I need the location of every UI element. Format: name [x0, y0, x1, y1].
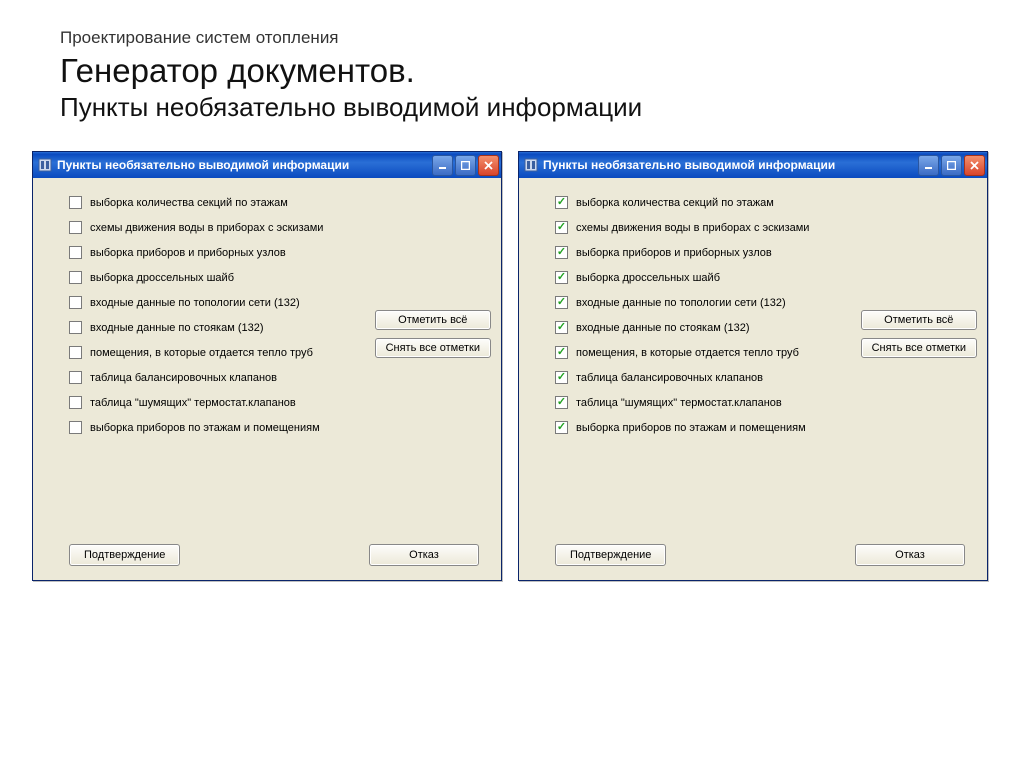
- checkbox[interactable]: [69, 421, 82, 434]
- checklist-item-label: выборка приборов и приборных узлов: [90, 247, 286, 259]
- checkbox[interactable]: [555, 346, 568, 359]
- checklist-item-label: входные данные по топологии сети (132): [576, 297, 786, 309]
- app-icon: [523, 157, 539, 173]
- checklist-item: таблица балансировочных клапанов: [69, 371, 489, 384]
- window-title: Пункты необязательно выводимой информаци…: [57, 158, 428, 172]
- checklist-item-label: выборка количества секций по этажам: [576, 197, 774, 209]
- app-icon: [37, 157, 53, 173]
- close-button[interactable]: [478, 155, 499, 176]
- dialog-window: Пункты необязательно выводимой информаци…: [32, 151, 502, 581]
- checklist-item-label: таблица балансировочных клапанов: [576, 372, 763, 384]
- checklist-item-label: таблица "шумящих" термостат.клапанов: [90, 397, 296, 409]
- confirm-button[interactable]: Подтверждение: [69, 544, 180, 566]
- minimize-button[interactable]: [918, 155, 939, 176]
- checklist-item-label: таблица балансировочных клапанов: [90, 372, 277, 384]
- checkbox[interactable]: [555, 421, 568, 434]
- checkbox[interactable]: [69, 271, 82, 284]
- checkbox[interactable]: [69, 371, 82, 384]
- checklist-item: выборка дроссельных шайб: [69, 271, 489, 284]
- dialog-window: Пункты необязательно выводимой информаци…: [518, 151, 988, 581]
- maximize-button[interactable]: [941, 155, 962, 176]
- check-all-button[interactable]: Отметить всё: [375, 310, 491, 330]
- window-title: Пункты необязательно выводимой информаци…: [543, 158, 914, 172]
- checklist-item: входные данные по топологии сети (132): [555, 296, 975, 309]
- minimize-button[interactable]: [432, 155, 453, 176]
- checklist-item: таблица "шумящих" термостат.клапанов: [69, 396, 489, 409]
- checklist-item-label: помещения, в которые отдается тепло труб: [90, 347, 313, 359]
- checklist-item-label: входные данные по стоякам (132): [90, 322, 264, 334]
- checkbox[interactable]: [555, 271, 568, 284]
- checkbox[interactable]: [69, 221, 82, 234]
- checkbox[interactable]: [69, 246, 82, 259]
- checkbox[interactable]: [69, 321, 82, 334]
- page-title-sub: Пункты необязательно выводимой информаци…: [60, 92, 1024, 123]
- checklist-item: выборка приборов по этажам и помещениям: [555, 421, 975, 434]
- confirm-button[interactable]: Подтверждение: [555, 544, 666, 566]
- checklist-item: выборка количества секций по этажам: [555, 196, 975, 209]
- checklist-item: схемы движения воды в приборах с эскизам…: [69, 221, 489, 234]
- checkbox[interactable]: [555, 196, 568, 209]
- checkbox[interactable]: [555, 396, 568, 409]
- checklist-item-label: выборка дроссельных шайб: [90, 272, 234, 284]
- checklist-item-label: выборка количества секций по этажам: [90, 197, 288, 209]
- uncheck-all-button[interactable]: Снять все отметки: [861, 338, 977, 358]
- checklist-item-label: таблица "шумящих" термостат.клапанов: [576, 397, 782, 409]
- checkbox[interactable]: [555, 296, 568, 309]
- checkbox[interactable]: [69, 296, 82, 309]
- checklist-item-label: помещения, в которые отдается тепло труб: [576, 347, 799, 359]
- checklist-item: таблица "шумящих" термостат.клапанов: [555, 396, 975, 409]
- checkbox[interactable]: [69, 396, 82, 409]
- maximize-button[interactable]: [455, 155, 476, 176]
- cancel-button[interactable]: Отказ: [369, 544, 479, 566]
- checkbox[interactable]: [555, 221, 568, 234]
- checklist-item: выборка приборов по этажам и помещениям: [69, 421, 489, 434]
- checklist-item: таблица балансировочных клапанов: [555, 371, 975, 384]
- checklist-item: входные данные по топологии сети (132): [69, 296, 489, 309]
- checklist-item: выборка приборов и приборных узлов: [69, 246, 489, 259]
- checklist-item-label: входные данные по стоякам (132): [576, 322, 750, 334]
- checklist-item: выборка количества секций по этажам: [69, 196, 489, 209]
- checklist-item: схемы движения воды в приборах с эскизам…: [555, 221, 975, 234]
- check-all-button[interactable]: Отметить всё: [861, 310, 977, 330]
- checklist-item-label: входные данные по топологии сети (132): [90, 297, 300, 309]
- checklist-item-label: выборка приборов по этажам и помещениям: [576, 422, 806, 434]
- checklist-item-label: схемы движения воды в приборах с эскизам…: [90, 222, 323, 234]
- checklist-item: выборка дроссельных шайб: [555, 271, 975, 284]
- checkbox[interactable]: [555, 246, 568, 259]
- checklist-item: выборка приборов и приборных узлов: [555, 246, 975, 259]
- checklist-item-label: выборка приборов по этажам и помещениям: [90, 422, 320, 434]
- checkbox[interactable]: [555, 321, 568, 334]
- checkbox[interactable]: [69, 196, 82, 209]
- close-button[interactable]: [964, 155, 985, 176]
- titlebar: Пункты необязательно выводимой информаци…: [33, 152, 501, 178]
- checklist-item-label: схемы движения воды в приборах с эскизам…: [576, 222, 809, 234]
- uncheck-all-button[interactable]: Снять все отметки: [375, 338, 491, 358]
- titlebar: Пункты необязательно выводимой информаци…: [519, 152, 987, 178]
- cancel-button[interactable]: Отказ: [855, 544, 965, 566]
- checklist-item-label: выборка дроссельных шайб: [576, 272, 720, 284]
- page-subtitle: Проектирование систем отопления: [60, 28, 1024, 48]
- checkbox[interactable]: [555, 371, 568, 384]
- page-title-main: Генератор документов.: [60, 52, 1024, 90]
- checkbox[interactable]: [69, 346, 82, 359]
- checklist-item-label: выборка приборов и приборных узлов: [576, 247, 772, 259]
